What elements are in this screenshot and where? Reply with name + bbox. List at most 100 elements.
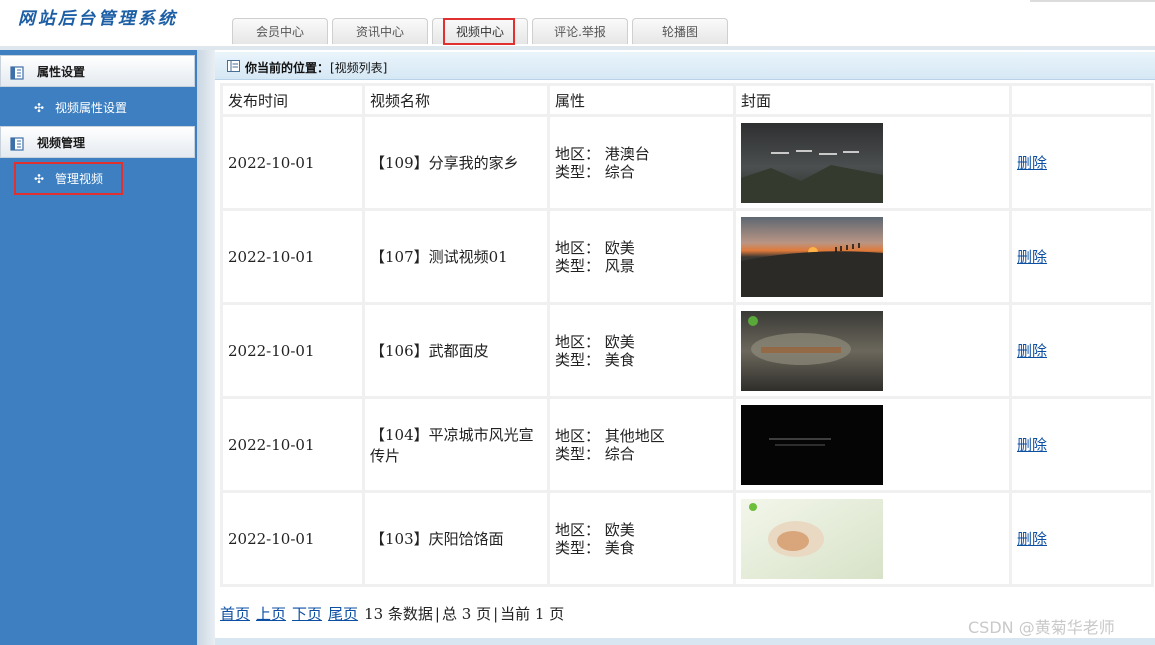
list-icon [227,60,240,72]
first-page-link[interactable]: 首页 [220,605,250,623]
cell-attributes: 地区： 其他地区 类型： 综合 [550,399,733,490]
table-row: 2022-10-01 【107】测试视频01 地区： 欧美 类型： 风景 删除 [223,211,1151,302]
cell-attributes: 地区： 欧美 类型： 美食 [550,493,733,584]
prev-page-link[interactable]: 上页 [256,605,286,623]
bottom-strip [215,638,1155,645]
delete-link[interactable]: 删除 [1017,154,1047,172]
breadcrumb: 你当前的位置： [视频列表] [215,52,1155,80]
cell-attributes: 地区： 欧美 类型： 美食 [550,305,733,396]
type-label: 类型： [555,162,601,181]
type-label: 类型： [555,444,601,463]
tab-highlight-box [443,18,515,45]
tab-member-center[interactable]: 会员中心 [232,18,328,44]
region-value: 港澳台 [604,144,650,163]
cell-actions: 删除 [1012,493,1151,584]
table-row: 2022-10-01 【106】武都面皮 地区： 欧美 类型： 美食 删除 [223,305,1151,396]
column-header-date: 发布时间 [223,86,362,114]
cell-video-name: 【103】庆阳饸饹面 [365,493,547,584]
cell-cover [736,117,1009,208]
current-page: 当前 1 页 [500,605,565,623]
record-count: 13 条数据 [364,605,433,623]
cell-date: 2022-10-01 [223,117,362,208]
breadcrumb-label: 你当前的位置： [245,61,330,75]
type-value: 综合 [604,162,635,181]
cell-video-name: 【107】测试视频01 [365,211,547,302]
region-label: 地区： [555,520,601,539]
column-header-cover: 封面 [736,86,1009,114]
header: 网站后台管理系统 会员中心 资讯中心 视频中心 评论.举报 轮播图 [0,0,1155,46]
sidebar-group-label: 视频管理 [37,136,86,150]
region-label: 地区： [555,332,601,351]
table-header-row: 发布时间 视频名称 属性 封面 [223,86,1151,114]
cell-video-name: 【106】武都面皮 [365,305,547,396]
region-value: 欧美 [604,520,635,539]
cover-image [741,404,883,485]
sidebar-item-video-attributes[interactable]: ✣ 视频属性设置 [0,92,195,124]
type-label: 类型： [555,256,601,275]
sidebar-edge [197,50,215,645]
sidebar: 属性设置 ✣ 视频属性设置 视频管理 ✣ 管理视频 [0,50,197,645]
cover-image [741,122,883,203]
total-pages: 总 3 页 [441,605,492,623]
type-value: 美食 [604,538,635,557]
delete-link[interactable]: 删除 [1017,436,1047,454]
region-label: 地区： [555,238,601,257]
column-header-name: 视频名称 [365,86,547,114]
region-value: 欧美 [604,238,635,257]
header-rule [1030,0,1155,2]
cell-attributes: 地区： 欧美 类型： 风景 [550,211,733,302]
cell-cover [736,493,1009,584]
type-label: 类型： [555,350,601,369]
table-row: 2022-10-01 【109】分享我的家乡 地区： 港澳台 类型： 综合 删除 [223,117,1151,208]
region-label: 地区： [555,144,601,163]
table-row: 2022-10-01 【104】平凉城市风光宣传片 地区： 其他地区 类型： 综… [223,399,1151,490]
type-value: 综合 [604,444,635,463]
type-label: 类型： [555,538,601,557]
type-value: 美食 [604,350,635,369]
delete-link[interactable]: 删除 [1017,342,1047,360]
region-value: 欧美 [604,332,635,351]
cell-actions: 删除 [1012,399,1151,490]
sidebar-group-label: 属性设置 [37,65,86,79]
column-header-attributes: 属性 [550,86,733,114]
sidebar-highlight-box [14,162,123,195]
cell-actions: 删除 [1012,117,1151,208]
cell-date: 2022-10-01 [223,305,362,396]
next-page-link[interactable]: 下页 [292,605,322,623]
region-label: 地区： [555,426,601,445]
watermark: CSDN @黄菊华老师 [968,618,1115,637]
cell-actions: 删除 [1012,305,1151,396]
cell-video-name: 【109】分享我的家乡 [365,117,547,208]
cell-cover [736,305,1009,396]
delete-link[interactable]: 删除 [1017,248,1047,266]
last-page-link[interactable]: 尾页 [328,605,358,623]
cover-image [741,216,883,297]
column-header-actions [1012,86,1151,114]
tab-carousel[interactable]: 轮播图 [632,18,728,44]
cell-date: 2022-10-01 [223,493,362,584]
cover-image [741,498,883,579]
cell-cover [736,211,1009,302]
site-logo: 网站后台管理系统 [18,9,178,29]
delete-link[interactable]: 删除 [1017,530,1047,548]
cell-cover [736,399,1009,490]
document-icon [10,137,24,151]
region-value: 其他地区 [604,426,665,445]
tab-comment-report[interactable]: 评论.举报 [532,18,628,44]
cell-video-name: 【104】平凉城市风光宣传片 [365,399,547,490]
sidebar-item-label: 视频属性设置 [55,101,128,115]
sidebar-group-attributes[interactable]: 属性设置 [0,55,195,87]
plus-icon: ✣ [34,101,45,115]
table-row: 2022-10-01 【103】庆阳饸饹面 地区： 欧美 类型： 美食 删除 [223,493,1151,584]
pagination: 首页 上页 下页 尾页 13 条数据 | 总 3 页 | 当前 1 页 [220,605,565,623]
video-table: 发布时间 视频名称 属性 封面 2022-10-01 【109】分享我的家乡 地… [220,83,1154,587]
type-value: 风景 [604,256,635,275]
cell-attributes: 地区： 港澳台 类型： 综合 [550,117,733,208]
cover-image [741,310,883,391]
cell-actions: 删除 [1012,211,1151,302]
sidebar-group-video-management[interactable]: 视频管理 [0,126,195,158]
tab-news-center[interactable]: 资讯中心 [332,18,428,44]
breadcrumb-value: [视频列表] [330,61,388,75]
cell-date: 2022-10-01 [223,399,362,490]
cell-date: 2022-10-01 [223,211,362,302]
